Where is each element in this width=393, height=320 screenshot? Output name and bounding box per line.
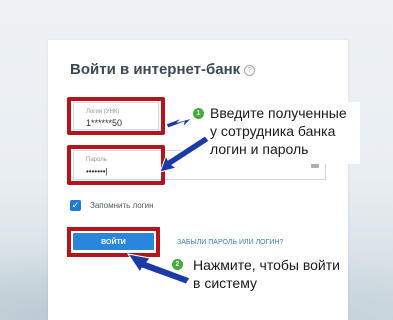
arrow-to-button	[126, 253, 191, 285]
arrow-to-login	[165, 116, 194, 129]
arrow-to-password	[159, 135, 210, 173]
annotation-arrows	[126, 116, 210, 285]
